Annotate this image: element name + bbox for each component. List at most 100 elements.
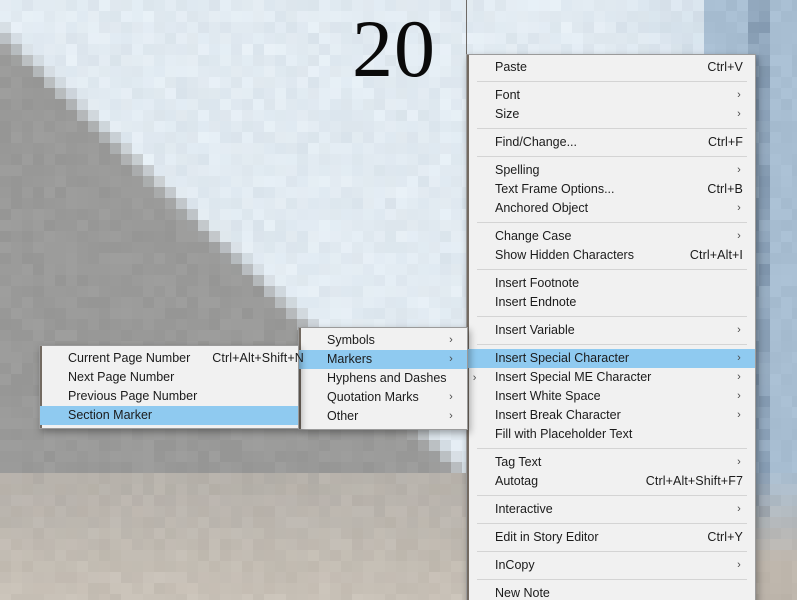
menu-item-show-hidden-characters[interactable]: Show Hidden Characters Ctrl+Alt+I — [467, 246, 755, 265]
menu-separator — [477, 222, 747, 223]
menu-item-font[interactable]: Font › — [467, 86, 755, 105]
menu-item-label: Spelling — [495, 163, 540, 177]
menu-item-insert-break-character[interactable]: Insert Break Character › — [467, 406, 755, 425]
insert-special-character-submenu[interactable]: Symbols › Markers › Hyphens and Dashes › Quota… — [298, 327, 476, 430]
menu-item-label: Section Marker — [68, 408, 153, 422]
menu-separator — [477, 316, 747, 317]
menu-item-spelling[interactable]: Spelling › — [467, 161, 755, 180]
menu-item-label: Insert Endnote — [495, 295, 577, 309]
menu-item-autotag[interactable]: Autotag Ctrl+Alt+Shift+F7 — [467, 472, 755, 491]
menu-item-new-note[interactable]: New Note — [467, 584, 755, 600]
menu-item-label: Insert Footnote — [495, 276, 580, 290]
menu-item-current-page-number[interactable]: Current Page Number Ctrl+Alt+Shift+N — [40, 349, 304, 368]
menu-item-insert-special-me-character[interactable]: Insert Special ME Character › — [467, 368, 755, 387]
menu-separator — [477, 269, 747, 270]
submenu-arrow-icon: › — [737, 108, 741, 120]
menu-item-label: Text Frame Options... — [495, 182, 615, 196]
menu-item-label: Quotation Marks — [327, 390, 419, 404]
submenu-arrow-icon: › — [737, 371, 741, 383]
menu-item-shortcut: Ctrl+Alt+Shift+F7 — [645, 474, 743, 488]
menu-item-change-case[interactable]: Change Case › — [467, 227, 755, 246]
menu-item-previous-page-number[interactable]: Previous Page Number — [40, 387, 298, 406]
menu-item-shortcut: Ctrl+V — [707, 60, 743, 74]
menu-item-label: Font — [495, 88, 521, 102]
menu-separator — [477, 495, 747, 496]
menu-item-size[interactable]: Size › — [467, 105, 755, 124]
menu-item-paste[interactable]: Paste Ctrl+V — [467, 58, 755, 77]
page-frame-edge-line — [466, 0, 467, 54]
menu-item-label: New Note — [495, 586, 550, 600]
menu-item-insert-special-character[interactable]: Insert Special Character › — [467, 349, 755, 368]
menu-item-label: Edit in Story Editor — [495, 530, 599, 544]
page-number-text: 20 — [352, 3, 436, 94]
submenu-arrow-icon: › — [737, 164, 741, 176]
menu-separator — [477, 579, 747, 580]
menu-item-label: Hyphens and Dashes — [327, 371, 447, 385]
menu-item-section-marker[interactable]: Section Marker — [40, 406, 298, 425]
menu-item-label: Anchored Object — [495, 201, 589, 215]
submenu-arrow-icon: › — [737, 352, 741, 364]
submenu-arrow-icon: › — [737, 409, 741, 421]
submenu-arrow-icon: › — [449, 334, 453, 346]
menu-item-insert-white-space[interactable]: Insert White Space › — [467, 387, 755, 406]
menu-item-symbols[interactable]: Symbols › — [299, 331, 467, 350]
menu-item-quotation-marks[interactable]: Quotation Marks › — [299, 388, 467, 407]
menu-item-label: Fill with Placeholder Text — [495, 427, 633, 441]
menu-item-label: Insert Break Character — [495, 408, 621, 422]
menu-item-insert-endnote[interactable]: Insert Endnote — [467, 293, 755, 312]
text-context-menu[interactable]: Paste Ctrl+V Font › Size › Find/Change... Ctrl+… — [466, 54, 756, 600]
menu-separator — [477, 551, 747, 552]
submenu-arrow-icon: › — [737, 390, 741, 402]
menu-item-incopy[interactable]: InCopy › — [467, 556, 755, 575]
markers-submenu[interactable]: Current Page Number Ctrl+Alt+Shift+N Next … — [39, 345, 304, 429]
menu-item-fill-with-placeholder-text[interactable]: Fill with Placeholder Text — [467, 425, 755, 444]
menu-item-label: Markers — [327, 352, 373, 366]
menu-separator — [477, 344, 747, 345]
menu-item-label: Paste — [495, 60, 527, 74]
menu-item-next-page-number[interactable]: Next Page Number — [40, 368, 298, 387]
menu-item-markers[interactable]: Markers › — [299, 350, 467, 369]
menu-item-label: Insert Special ME Character — [495, 370, 652, 384]
menu-item-label: InCopy — [495, 558, 535, 572]
menu-item-anchored-object[interactable]: Anchored Object › — [467, 199, 755, 218]
menu-item-label: Current Page Number — [68, 351, 191, 365]
menu-item-tag-text[interactable]: Tag Text › — [467, 453, 755, 472]
menu-item-insert-footnote[interactable]: Insert Footnote — [467, 274, 755, 293]
menu-item-label: Tag Text — [495, 455, 542, 469]
submenu-arrow-icon: › — [449, 410, 453, 422]
menu-separator — [477, 448, 747, 449]
submenu-arrow-icon: › — [737, 456, 741, 468]
menu-item-label: Other — [327, 409, 359, 423]
menu-item-label: Next Page Number — [68, 370, 175, 384]
menu-separator — [477, 81, 747, 82]
menu-item-insert-variable[interactable]: Insert Variable › — [467, 321, 755, 340]
menu-separator — [477, 156, 747, 157]
menu-item-find-change[interactable]: Find/Change... Ctrl+F — [467, 133, 755, 152]
menu-item-interactive[interactable]: Interactive › — [467, 500, 755, 519]
menu-item-label: Change Case — [495, 229, 572, 243]
menu-item-label: Insert Variable — [495, 323, 575, 337]
menu-item-label: Autotag — [495, 474, 539, 488]
menu-item-other[interactable]: Other › — [299, 407, 467, 426]
submenu-arrow-icon: › — [472, 372, 477, 384]
menu-item-shortcut: Ctrl+B — [707, 182, 743, 196]
menu-item-label: Interactive — [495, 502, 553, 516]
menu-item-label: Insert Special Character — [495, 351, 630, 365]
submenu-arrow-icon: › — [737, 202, 741, 214]
menu-item-label: Size — [495, 107, 520, 121]
menu-separator — [477, 523, 747, 524]
submenu-arrow-icon: › — [737, 324, 741, 336]
menu-item-shortcut: Ctrl+Y — [707, 530, 743, 544]
menu-item-label: Show Hidden Characters — [495, 248, 634, 262]
submenu-arrow-icon: › — [449, 353, 453, 365]
menu-item-shortcut: Ctrl+Alt+I — [689, 248, 743, 262]
submenu-arrow-icon: › — [737, 559, 741, 571]
menu-item-hyphens-and-dashes[interactable]: Hyphens and Dashes › — [299, 369, 476, 388]
submenu-arrow-icon: › — [737, 503, 741, 515]
menu-item-shortcut: Ctrl+F — [708, 135, 743, 149]
menu-item-label: Previous Page Number — [68, 389, 198, 403]
menu-item-text-frame-options[interactable]: Text Frame Options... Ctrl+B — [467, 180, 755, 199]
menu-item-label: Insert White Space — [495, 389, 601, 403]
menu-item-label: Symbols — [327, 333, 375, 347]
menu-item-edit-in-story-editor[interactable]: Edit in Story Editor Ctrl+Y — [467, 528, 755, 547]
